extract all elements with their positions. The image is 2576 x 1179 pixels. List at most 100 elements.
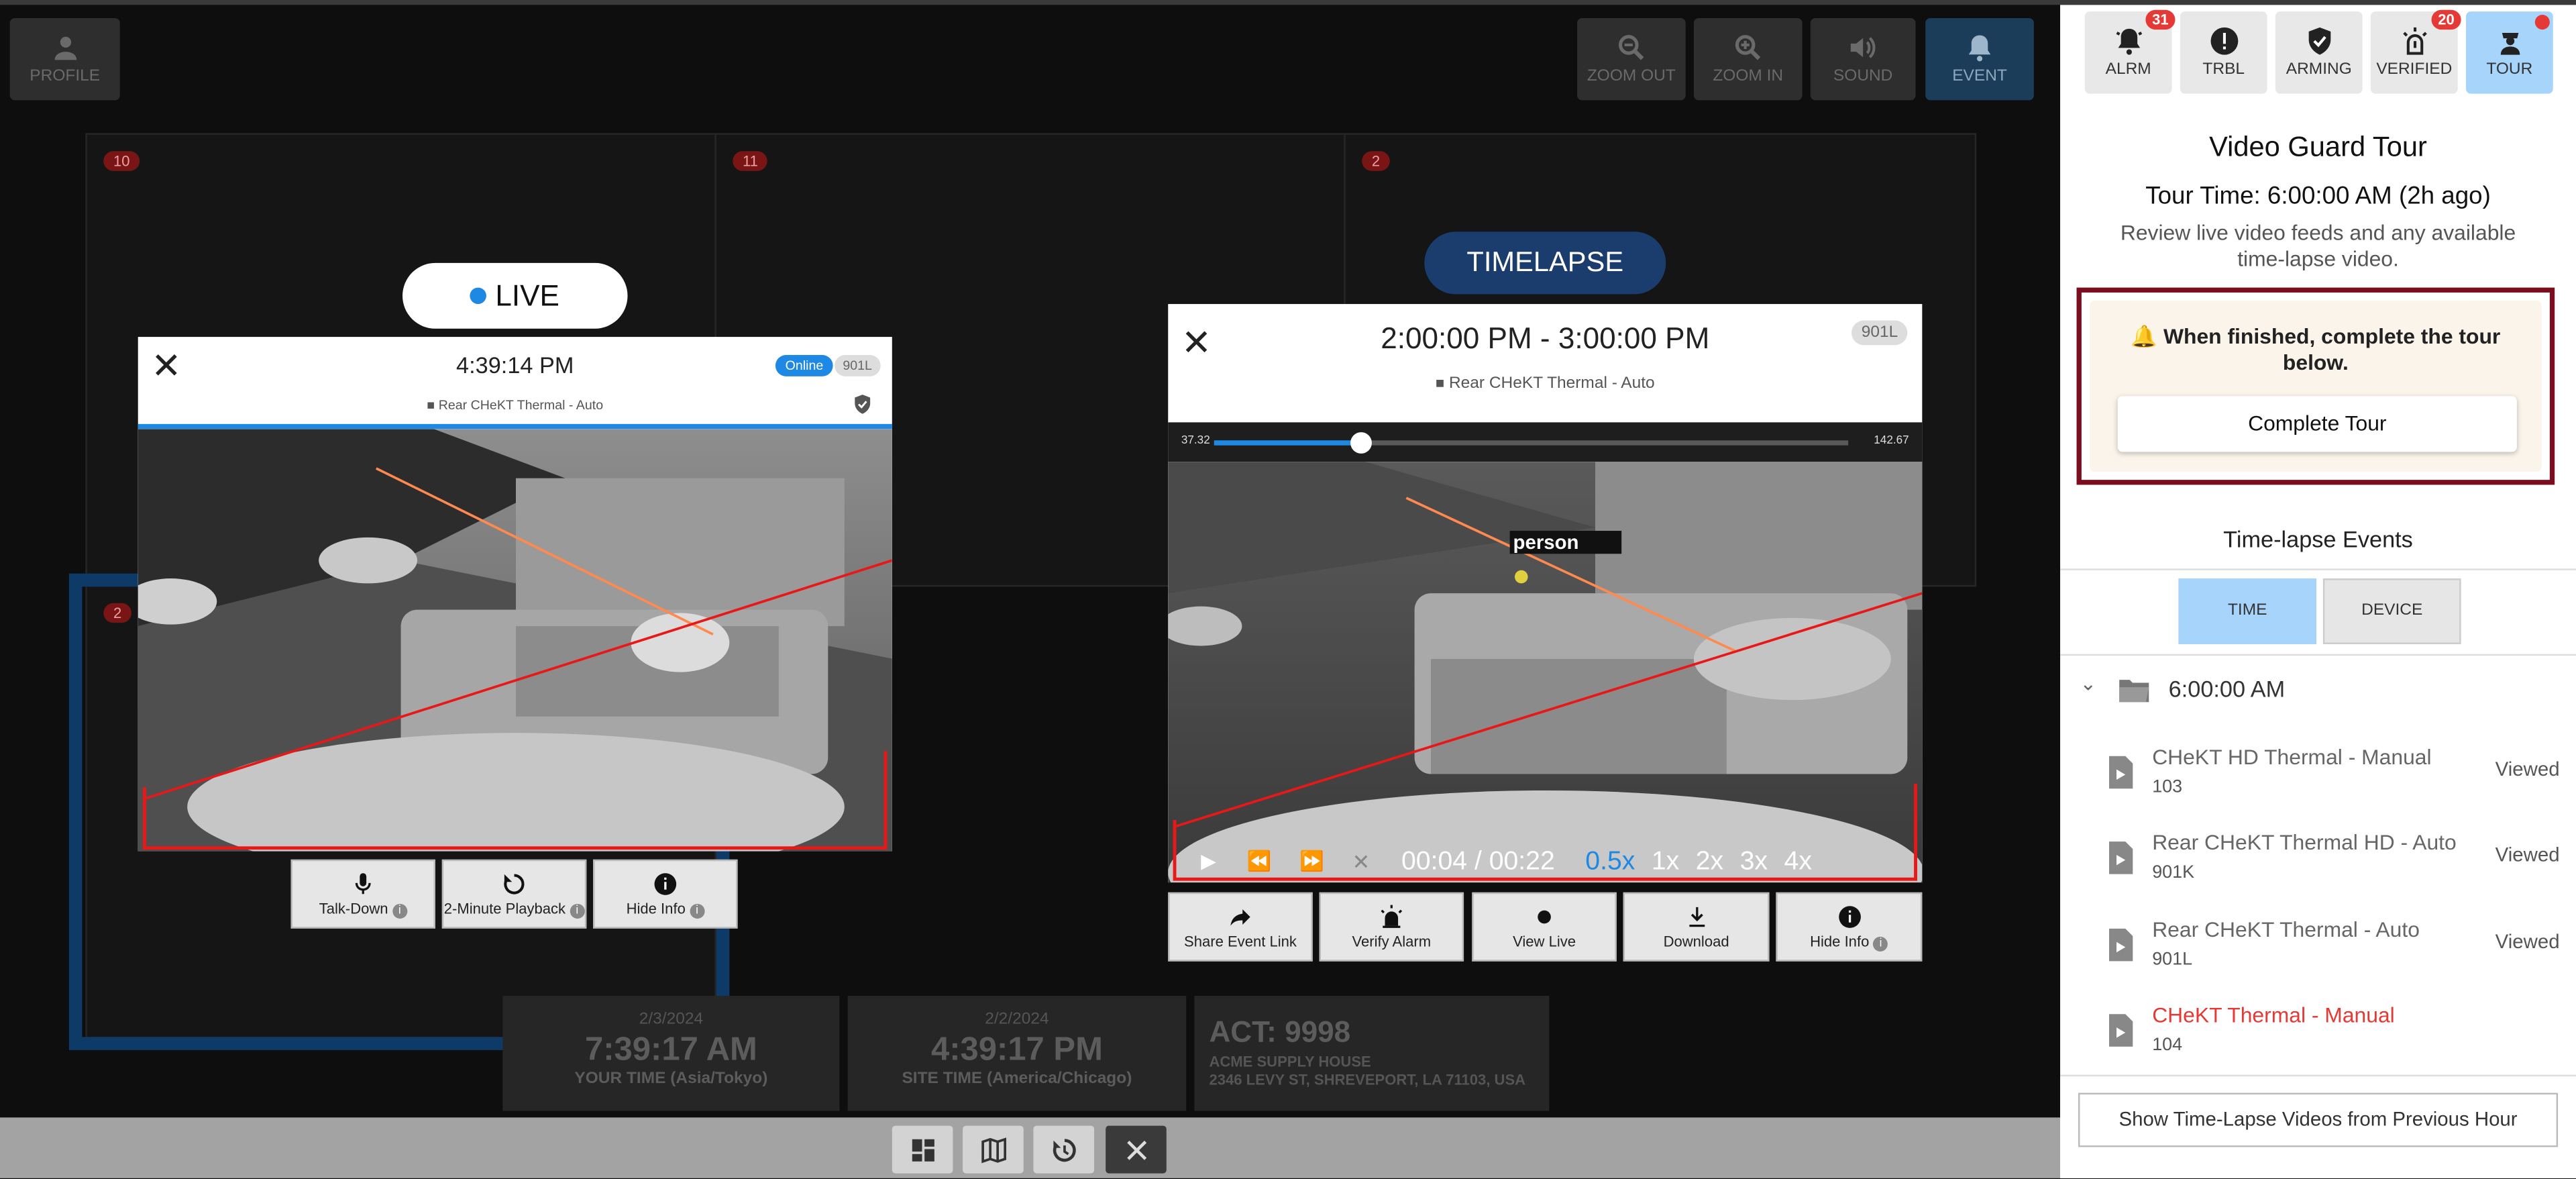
dashboard-icon xyxy=(911,1139,934,1162)
zoom-out-button[interactable]: ZOOM OUT xyxy=(1577,17,1686,101)
status-badge: Online xyxy=(775,354,833,376)
video-file-icon xyxy=(2109,1014,2133,1047)
your-time-box: 2/3/2024 7:39:17 AM YOUR TIME (Asia/Toky… xyxy=(502,996,840,1111)
zoom-in-button[interactable]: ZOOM IN xyxy=(1693,17,1803,101)
grid-view-button[interactable] xyxy=(892,1125,953,1174)
thermal-scene xyxy=(1168,462,1923,883)
your-date: 2/3/2024 xyxy=(639,1011,704,1029)
camera-name: Rear CHeKT Thermal - Auto xyxy=(1448,374,1655,393)
events-title: Time-lapse Events xyxy=(2223,525,2413,552)
tile-number: 10 xyxy=(103,151,140,171)
siren-icon xyxy=(2402,27,2426,55)
view-live-label: View Live xyxy=(1513,933,1576,950)
speed-option[interactable]: 4x xyxy=(1784,848,1812,876)
tab-trouble[interactable]: TRBL xyxy=(2180,11,2267,94)
live-dot xyxy=(470,287,488,305)
timeline-bar: 37.32 142.67 xyxy=(1168,422,1923,462)
account-number: ACT: 9998 xyxy=(1209,1015,1351,1049)
close-view-button[interactable] xyxy=(1106,1125,1167,1174)
map-icon xyxy=(981,1137,1006,1164)
video-wall: PROFILE ZOOM OUT ZOOM IN SOUND EVENT 10 … xyxy=(0,5,2061,1178)
divider xyxy=(2060,654,2576,656)
play-icon[interactable]: ▶ xyxy=(1201,850,1216,872)
camera-icon: ■ xyxy=(427,397,435,413)
speaker-icon xyxy=(1850,37,1876,58)
info-icon: i xyxy=(1873,936,1888,952)
live-thermal-video[interactable] xyxy=(138,429,892,852)
tab-label: VERIFIED xyxy=(2376,60,2453,79)
playback-time: 00:04 / 00:22 xyxy=(1401,848,1555,876)
complete-tour-highlight: 🔔 When finished, complete the tour below… xyxy=(2076,287,2555,485)
event-row[interactable]: Rear CHeKT Thermal - Auto 901L Viewed xyxy=(2060,904,2576,989)
share-event-link-button[interactable]: Share Event Link xyxy=(1168,892,1313,962)
complete-tour-button[interactable]: Complete Tour xyxy=(2117,396,2517,452)
speed-option[interactable]: 0.5x xyxy=(1585,848,1635,876)
rewind-icon[interactable]: ⏪ xyxy=(1247,850,1272,872)
event-code: 104 xyxy=(2152,1035,2183,1056)
verify-alarm-button[interactable]: Verify Alarm xyxy=(1319,892,1464,962)
timelapse-thermal-video[interactable]: person ▶ ⏪ ⏩ ✕ 00:04 / 00:22 0.5x 1x 2x 3x 4… xyxy=(1168,462,1923,883)
event-code: 901L xyxy=(2152,950,2193,970)
playback-label: 2-Minute Playback xyxy=(443,901,566,917)
guard-icon xyxy=(2500,32,2520,55)
filter-device-button[interactable]: DEVICE xyxy=(2322,578,2461,645)
sound-label: SOUND xyxy=(1833,67,1893,86)
hide-info-button[interactable]: Hide Info i xyxy=(1776,892,1923,962)
history-button[interactable] xyxy=(1033,1125,1095,1174)
filter-time-button[interactable]: TIME xyxy=(2178,578,2317,645)
event-row[interactable]: CHeKT HD Thermal - Manual 103 Viewed xyxy=(2060,731,2576,817)
app-screen: PROFILE ZOOM OUT ZOOM IN SOUND EVENT 10 … xyxy=(0,0,2576,1178)
close-icon xyxy=(1126,1140,1146,1160)
tab-alarm[interactable]: ALRM 31 xyxy=(2084,9,2176,94)
speed-option[interactable]: 3x xyxy=(1740,848,1768,876)
event-button[interactable]: EVENT xyxy=(1925,17,2034,101)
site-zone: SITE TIME (America/Chicago) xyxy=(902,1070,1132,1088)
info-circle-icon xyxy=(1838,906,1860,928)
slider-max: 142.67 xyxy=(1874,435,1909,448)
event-label: EVENT xyxy=(1952,67,2007,86)
timeline-slider[interactable] xyxy=(1214,432,1849,454)
event-name: Rear CHeKT Thermal - Auto xyxy=(2152,917,2420,942)
tab-verified[interactable]: VERIFIED 20 xyxy=(2370,9,2461,94)
folder-row[interactable]: ⌄ 6:00:00 AM xyxy=(2060,669,2576,712)
hide-info-button[interactable]: Hide Info i xyxy=(593,859,738,929)
previous-hour-button[interactable]: Show Time-Lapse Videos from Previous Hou… xyxy=(2078,1092,2559,1147)
profile-button[interactable]: PROFILE xyxy=(9,17,120,101)
your-time: 7:39:17 AM xyxy=(584,1031,757,1068)
event-row[interactable]: Rear CHeKT Thermal HD - Auto 901K Viewed xyxy=(2060,817,2576,902)
talk-down-label: Talk-Down xyxy=(319,901,388,917)
camera-name: Rear CHeKT Thermal - Auto xyxy=(438,397,604,413)
view-live-button[interactable]: View Live xyxy=(1472,892,1617,962)
timeline-fill xyxy=(1214,440,1360,446)
tab-tour[interactable]: TOUR xyxy=(2465,11,2553,94)
speed-option[interactable]: 2x xyxy=(1696,848,1723,876)
speed-options: 0.5x 1x 2x 3x 4x xyxy=(1585,848,1828,878)
mute-icon[interactable]: ✕ xyxy=(1352,850,1371,876)
download-button[interactable]: Download xyxy=(1623,892,1770,962)
alarm-count-badge: 31 xyxy=(2145,9,2176,30)
event-row[interactable]: CHeKT Thermal - Manual 104 xyxy=(2060,989,2576,1074)
map-button[interactable] xyxy=(963,1125,1024,1174)
fast-forward-icon[interactable]: ⏩ xyxy=(1299,850,1324,872)
timeline-handle[interactable] xyxy=(1350,432,1372,454)
camera-caption: ■ Rear CHeKT Thermal - Auto xyxy=(138,398,892,413)
playback-button[interactable]: 2-Minute Playback i xyxy=(441,859,587,929)
zoom-in-label: ZOOM IN xyxy=(1713,67,1784,86)
tile-number: 11 xyxy=(733,151,768,171)
live-label: LIVE xyxy=(495,279,559,313)
microphone-icon xyxy=(355,873,371,894)
zoom-out-icon xyxy=(1618,35,1644,60)
speed-option[interactable]: 1x xyxy=(1652,848,1679,876)
video-file-icon xyxy=(2109,928,2133,962)
event-code: 103 xyxy=(2152,777,2183,797)
window-top-strip xyxy=(0,0,2576,5)
tab-arming[interactable]: ARMING xyxy=(2275,11,2363,94)
camera-icon: ■ xyxy=(1435,374,1445,391)
sound-button[interactable]: SOUND xyxy=(1810,17,1916,101)
timelapse-video-panel: ✕ 2:00:00 PM - 3:00:00 PM 901L ■ Rear CH… xyxy=(1168,304,1923,883)
share-arrow-icon xyxy=(1230,909,1250,926)
talk-down-button[interactable]: Talk-Down i xyxy=(290,859,435,929)
download-label: Download xyxy=(1663,933,1729,950)
chevron-down-icon: ⌄ xyxy=(2080,672,2097,695)
site-address: 2346 LEVY ST, SHREVEPORT, LA 71103, USA xyxy=(1209,1071,1526,1088)
